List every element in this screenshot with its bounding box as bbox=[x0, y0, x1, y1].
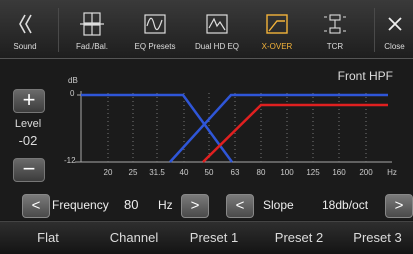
tcr-label: TCR bbox=[326, 42, 344, 51]
x-tick-label: 20 bbox=[104, 168, 113, 177]
preset-bar: Flat Channel Preset 1 Preset 2 Preset 3 bbox=[0, 221, 413, 254]
double-chevron-left-icon bbox=[17, 11, 33, 37]
y-bottom-label: -12 bbox=[64, 156, 76, 165]
slope-value: 18db/oct bbox=[322, 198, 369, 212]
flat-button[interactable]: Flat bbox=[0, 222, 96, 254]
crossover-icon bbox=[266, 11, 288, 37]
fader-balance-icon bbox=[79, 11, 105, 37]
preset-1-button[interactable]: Preset 1 bbox=[172, 222, 256, 254]
eq-wave-icon bbox=[144, 11, 166, 37]
frequency-label: Frequency bbox=[52, 198, 109, 212]
frequency-increase-button[interactable]: > bbox=[181, 194, 209, 218]
x-over-label: X-OVER bbox=[261, 42, 293, 51]
y-top-label: 0 bbox=[70, 89, 75, 98]
dual-hd-eq-label: Dual HD EQ bbox=[194, 42, 239, 51]
slope-increase-button[interactable]: > bbox=[385, 194, 413, 218]
preset-2-button[interactable]: Preset 2 bbox=[256, 222, 342, 254]
hz-unit-label: Hz bbox=[387, 168, 397, 177]
close-icon bbox=[387, 11, 403, 37]
x-tick-label: 80 bbox=[257, 168, 266, 177]
eq-presets-label: EQ Presets bbox=[134, 42, 176, 51]
control-row: < Frequency 80 Hz > < Slope 18db/oct > bbox=[0, 190, 413, 220]
tcr-button[interactable]: TCR bbox=[306, 0, 364, 58]
close-label: Close bbox=[384, 42, 405, 51]
slope-decrease-button[interactable]: < bbox=[226, 194, 254, 218]
back-label: Sound bbox=[13, 42, 37, 51]
top-toolbar: Sound Fad./Bal. EQ Presets Dual HD EQ X-… bbox=[0, 0, 413, 59]
close-button[interactable]: Close bbox=[376, 0, 413, 58]
toolbar-divider bbox=[58, 8, 59, 52]
x-tick-label: 40 bbox=[180, 168, 189, 177]
front-hpf-curve bbox=[202, 103, 388, 163]
slope-label: Slope bbox=[263, 198, 294, 212]
x-over-button[interactable]: X-OVER bbox=[248, 0, 306, 58]
frequency-decrease-button[interactable]: < bbox=[22, 194, 50, 218]
fad-bal-label: Fad./Bal. bbox=[75, 42, 108, 51]
x-tick-label: 50 bbox=[205, 168, 214, 177]
x-tick-label: 31.5 bbox=[149, 168, 165, 177]
fad-bal-button[interactable]: Fad./Bal. bbox=[60, 0, 124, 58]
channel-button[interactable]: Channel bbox=[96, 222, 172, 254]
x-tick-label: 125 bbox=[306, 168, 320, 177]
car-speakers-icon bbox=[323, 11, 347, 37]
frequency-value: 80 bbox=[124, 197, 139, 212]
db-unit-label: dB bbox=[68, 76, 78, 85]
toolbar-divider bbox=[374, 8, 375, 52]
back-button[interactable]: Sound bbox=[0, 0, 50, 58]
eq-presets-button[interactable]: EQ Presets bbox=[124, 0, 186, 58]
crossover-panel: Front HPF + Level -02 − dB 0 -12 20 25 3… bbox=[0, 59, 413, 190]
x-tick-label: 63 bbox=[231, 168, 240, 177]
crossover-graph[interactable]: dB 0 -12 20 25 31.5 40 50 63 80 100 125 … bbox=[0, 59, 413, 190]
preset-3-button[interactable]: Preset 3 bbox=[342, 222, 413, 254]
x-tick-label: 160 bbox=[332, 168, 346, 177]
x-tick-label: 200 bbox=[359, 168, 373, 177]
dual-hd-eq-button[interactable]: Dual HD EQ bbox=[186, 0, 248, 58]
frequency-unit: Hz bbox=[158, 198, 173, 212]
x-tick-label: 25 bbox=[129, 168, 138, 177]
x-tick-labels: 20 25 31.5 40 50 63 80 100 125 160 200 H… bbox=[104, 168, 397, 177]
x-tick-label: 100 bbox=[280, 168, 294, 177]
hd-eq-icon bbox=[206, 11, 228, 37]
